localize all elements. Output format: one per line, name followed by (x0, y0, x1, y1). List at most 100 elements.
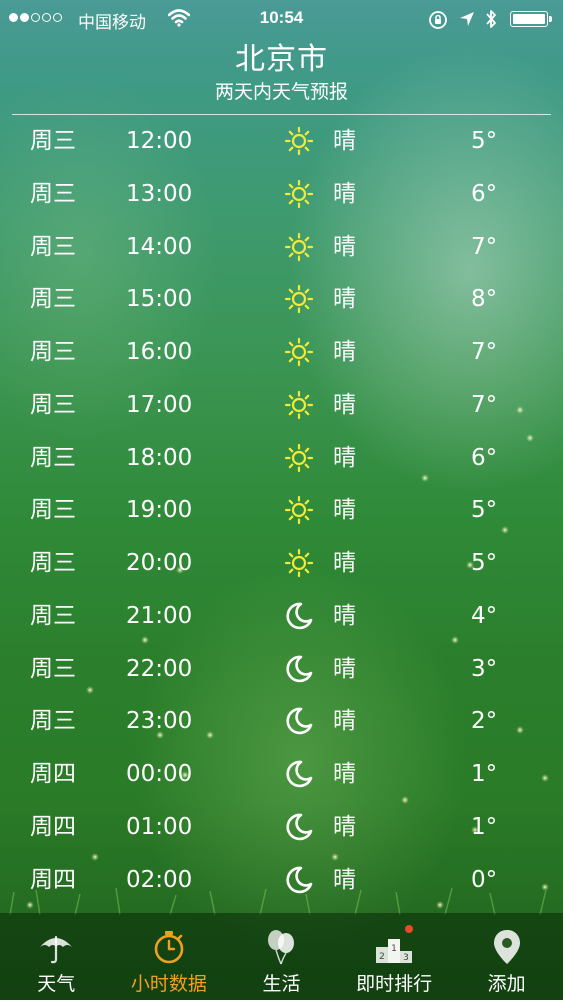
sun-icon (284, 495, 314, 525)
sun-icon (284, 284, 314, 314)
forecast-condition: 晴 (333, 655, 356, 682)
forecast-time: 13:00 (126, 180, 193, 207)
forecast-temperature: 7° (471, 233, 498, 260)
tab-bar: 天气 小时数据 生活 2 1 3 即时排行 添加 (0, 913, 563, 1000)
forecast-temperature: 6° (471, 180, 498, 207)
forecast-temperature: 6° (471, 444, 498, 471)
forecast-day: 周三 (30, 655, 76, 682)
forecast-condition: 晴 (333, 128, 356, 154)
forecast-condition: 晴 (333, 233, 356, 260)
tab-label: 天气 (37, 973, 76, 995)
forecast-temperature: 3° (471, 655, 498, 682)
forecast-condition: 晴 (333, 602, 356, 629)
forecast-time: 14:00 (126, 233, 193, 260)
tab-weather[interactable]: 天气 (0, 913, 113, 1000)
forecast-time: 02:00 (126, 866, 193, 893)
svg-text:3: 3 (403, 953, 409, 963)
forecast-condition: 晴 (333, 180, 356, 207)
forecast-day: 周三 (30, 550, 76, 576)
forecast-day: 周三 (30, 128, 76, 154)
forecast-row: 周三 19:00 晴 5° (0, 484, 563, 537)
forecast-time: 12:00 (126, 128, 193, 154)
forecast-condition: 晴 (333, 444, 356, 471)
forecast-time: 17:00 (126, 391, 193, 418)
forecast-temperature: 8° (471, 286, 498, 313)
podium-icon: 2 1 3 (374, 927, 414, 967)
forecast-condition: 晴 (333, 497, 356, 524)
svg-text:2: 2 (379, 952, 385, 962)
forecast-temperature: 7° (471, 391, 498, 418)
forecast-time: 00:00 (126, 761, 193, 787)
tab-label: 生活 (262, 973, 301, 995)
forecast-row: 周四 01:00 晴 1° (0, 801, 563, 854)
forecast-temperature: 7° (471, 339, 498, 365)
forecast-row: 周三 20:00 晴 5° (0, 537, 563, 590)
forecast-row: 周三 16:00 晴 7° (0, 326, 563, 379)
forecast-day: 周三 (30, 602, 76, 629)
forecast-day: 周四 (30, 813, 76, 840)
forecast-day: 周三 (30, 444, 76, 471)
forecast-temperature: 5° (471, 128, 498, 154)
moon-icon (284, 654, 314, 684)
forecast-day: 周四 (30, 866, 76, 893)
tab-label: 添加 (487, 973, 526, 995)
forecast-time: 18:00 (126, 444, 193, 471)
location-arrow-icon (458, 10, 476, 33)
tab-life[interactable]: 生活 (225, 913, 338, 1000)
moon-icon (284, 812, 314, 842)
forecast-time: 21:00 (126, 602, 193, 629)
forecast-day: 周三 (30, 497, 76, 524)
stopwatch-icon (149, 927, 189, 967)
forecast-time: 22:00 (126, 655, 193, 682)
city-title: 北京市 (235, 42, 328, 77)
forecast-time: 19:00 (126, 497, 193, 524)
moon-icon (284, 601, 314, 631)
forecast-condition: 晴 (333, 866, 356, 893)
forecast-time: 16:00 (126, 339, 193, 365)
forecast-condition: 晴 (333, 339, 356, 365)
umbrella-icon (36, 927, 76, 967)
moon-icon (284, 759, 314, 789)
forecast-temperature: 2° (471, 708, 498, 735)
tab-rankings[interactable]: 2 1 3 即时排行 (338, 913, 451, 1000)
forecast-row: 周四 00:00 晴 1° (0, 748, 563, 801)
svg-text:1: 1 (391, 944, 397, 954)
hourly-forecast-list[interactable]: 周三 12:00 晴 5° 周三 13:00 晴 6° 周三 14:00 晴 7… (0, 115, 563, 906)
page-header: 北京市 两天内天气预报 (0, 40, 563, 104)
forecast-day: 周三 (30, 286, 76, 313)
forecast-condition: 晴 (333, 550, 356, 576)
forecast-day: 周三 (30, 233, 76, 260)
forecast-condition: 晴 (333, 813, 356, 840)
forecast-day: 周三 (30, 339, 76, 365)
forecast-row: 周三 13:00 晴 6° (0, 168, 563, 221)
battery-icon (510, 11, 552, 27)
forecast-row: 周四 02:00 晴 0° (0, 854, 563, 907)
forecast-day: 周三 (30, 708, 76, 735)
forecast-temperature: 4° (471, 602, 498, 629)
sun-icon (284, 443, 314, 473)
sun-icon (284, 126, 314, 156)
orientation-lock-icon (428, 10, 448, 35)
forecast-day: 周三 (30, 391, 76, 418)
sun-icon (284, 337, 314, 367)
forecast-row: 周三 23:00 晴 2° (0, 695, 563, 748)
balloons-icon (261, 927, 301, 967)
forecast-time: 01:00 (126, 813, 193, 840)
forecast-row: 周三 18:00 晴 6° (0, 432, 563, 485)
forecast-condition: 晴 (333, 286, 356, 313)
forecast-row: 周三 15:00 晴 8° (0, 273, 563, 326)
tab-add[interactable]: 添加 (450, 913, 563, 1000)
forecast-row: 周三 17:00 晴 7° (0, 379, 563, 432)
forecast-temperature: 5° (471, 497, 498, 524)
forecast-row: 周三 14:00 晴 7° (0, 221, 563, 274)
forecast-temperature: 0° (471, 866, 498, 893)
forecast-temperature: 1° (471, 813, 498, 840)
sun-icon (284, 390, 314, 420)
forecast-condition: 晴 (333, 761, 356, 787)
sun-icon (284, 179, 314, 209)
bluetooth-icon (484, 9, 498, 34)
sun-icon (284, 232, 314, 262)
forecast-time: 23:00 (126, 708, 193, 735)
status-time: 10:54 (259, 8, 304, 27)
tab-hourly-data[interactable]: 小时数据 (113, 913, 226, 1000)
